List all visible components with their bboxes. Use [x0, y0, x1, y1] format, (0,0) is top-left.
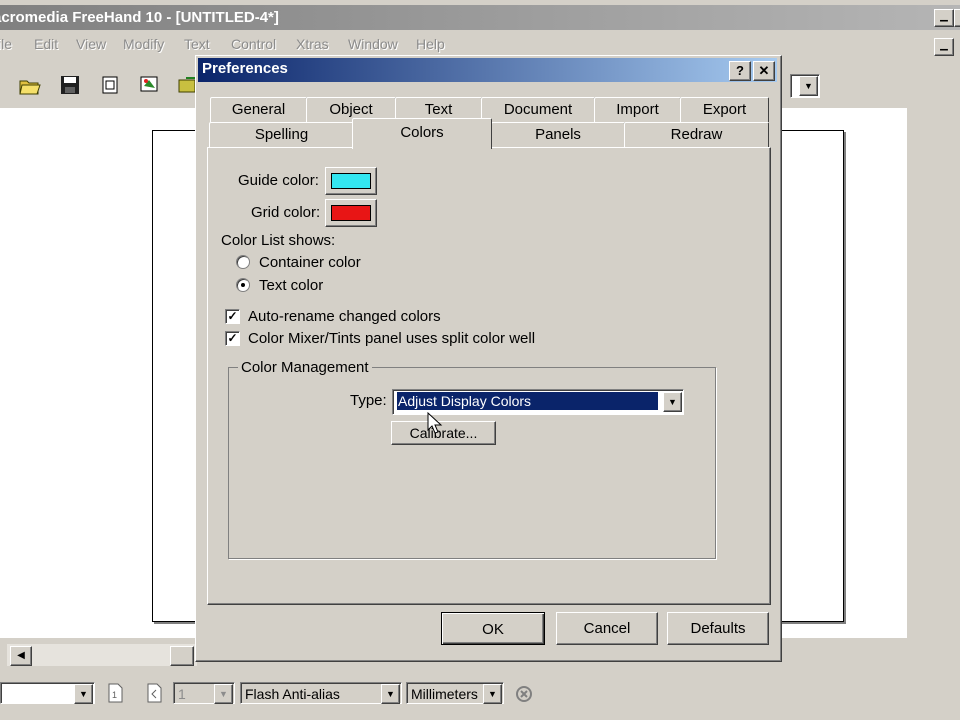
menu-text[interactable]: Text: [184, 36, 210, 52]
grid-color-swatch: [331, 205, 371, 221]
open-folder-icon[interactable]: [18, 74, 42, 96]
tab-import[interactable]: Import: [594, 97, 681, 122]
radio-selected-dot: [241, 283, 245, 287]
color-management-title: Color Management: [238, 359, 372, 376]
status-bar: ▼ 1 1 ▼ Flash Anti-alias ▼ Millimeters ▼: [0, 672, 960, 720]
menu-window[interactable]: Window: [348, 36, 398, 52]
render-mode-value: Flash Anti-alias: [245, 686, 340, 702]
guide-color-button[interactable]: [325, 167, 377, 195]
radio-container-color[interactable]: [236, 255, 250, 269]
app-title: acromedia FreeHand 10 - [UNTITLED-4*]: [0, 9, 279, 26]
mouse-cursor-icon: [427, 412, 443, 434]
import-icon[interactable]: [138, 74, 162, 96]
menu-edit[interactable]: Edit: [34, 36, 58, 52]
split-well-checkbox[interactable]: ✓: [225, 331, 240, 346]
grid-color-label: Grid color:: [251, 204, 321, 221]
page-number-select[interactable]: 1 ▼: [173, 682, 235, 704]
dialog-title: Preferences: [202, 60, 288, 77]
cm-type-value: Adjust Display Colors: [397, 392, 658, 410]
tab-spelling[interactable]: Spelling: [209, 122, 354, 147]
app-title-bar: acromedia FreeHand 10 - [UNTITLED-4*]: [0, 5, 960, 30]
close-icon[interactable]: ✕: [753, 61, 775, 81]
chevron-down-icon[interactable]: ▼: [663, 392, 682, 412]
chevron-down-icon: ▼: [799, 76, 818, 96]
print-preview-icon[interactable]: [98, 74, 122, 96]
menu-help[interactable]: Help: [416, 36, 445, 52]
menu-modify[interactable]: Modify: [123, 36, 164, 52]
menu-control[interactable]: Control: [231, 36, 276, 52]
guide-color-swatch: [331, 173, 371, 189]
tab-general[interactable]: General: [210, 97, 307, 122]
units-select[interactable]: Millimeters ▼: [406, 682, 504, 704]
grid-color-button[interactable]: [325, 199, 377, 227]
menu-xtras[interactable]: Xtras: [296, 36, 329, 52]
menu-view[interactable]: View: [76, 36, 106, 52]
minimize-icon[interactable]: ▁: [934, 9, 954, 27]
zoom-select[interactable]: ▼: [0, 682, 95, 704]
save-icon[interactable]: [58, 74, 82, 96]
radio-text-label[interactable]: Text color: [259, 277, 323, 294]
ok-button[interactable]: OK: [441, 612, 545, 645]
maximize-icon[interactable]: □: [954, 9, 960, 27]
menubar: ile Edit View Modify Text Control Xtras …: [0, 31, 960, 57]
status-indicator-icon[interactable]: [514, 684, 534, 704]
svg-text:1: 1: [112, 690, 117, 700]
tab-panels[interactable]: Panels: [491, 122, 625, 147]
split-well-label[interactable]: Color Mixer/Tints panel uses split color…: [248, 330, 535, 347]
page-number-value: 1: [178, 686, 186, 702]
tab-redraw[interactable]: Redraw: [624, 122, 769, 147]
prev-page-icon[interactable]: [145, 682, 163, 704]
scroll-left-icon[interactable]: ◀: [10, 646, 32, 666]
chevron-down-icon: ▼: [381, 684, 400, 704]
defaults-button[interactable]: Defaults: [667, 612, 769, 645]
color-list-label: Color List shows:: [221, 232, 336, 249]
first-page-icon[interactable]: 1: [106, 682, 124, 704]
help-icon[interactable]: ?: [729, 61, 751, 81]
tab-export[interactable]: Export: [680, 97, 769, 122]
units-value: Millimeters: [411, 686, 478, 702]
doc-minimize-icon[interactable]: ▁: [934, 38, 954, 56]
menu-file[interactable]: ile: [0, 36, 12, 52]
autorename-label[interactable]: Auto-rename changed colors: [248, 308, 441, 325]
calibrate-button[interactable]: Calibrate...: [391, 421, 496, 445]
tab-document[interactable]: Document: [481, 97, 595, 122]
chevron-down-icon: ▼: [74, 684, 93, 704]
chevron-down-icon: ▼: [214, 684, 233, 704]
radio-text-color[interactable]: [236, 278, 250, 292]
cancel-button[interactable]: Cancel: [556, 612, 658, 645]
horizontal-scrollbar[interactable]: [7, 644, 197, 666]
type-label: Type:: [350, 392, 387, 409]
render-mode-select[interactable]: Flash Anti-alias ▼: [240, 682, 402, 704]
toolbar-dropdown[interactable]: ▼: [790, 74, 820, 98]
scroll-thumb[interactable]: [170, 646, 194, 666]
tab-colors[interactable]: Colors: [352, 118, 492, 149]
chevron-down-icon: ▼: [483, 684, 502, 704]
guide-color-label: Guide color:: [238, 172, 319, 189]
autorename-checkbox[interactable]: ✓: [225, 309, 240, 324]
radio-container-label[interactable]: Container color: [259, 254, 361, 271]
